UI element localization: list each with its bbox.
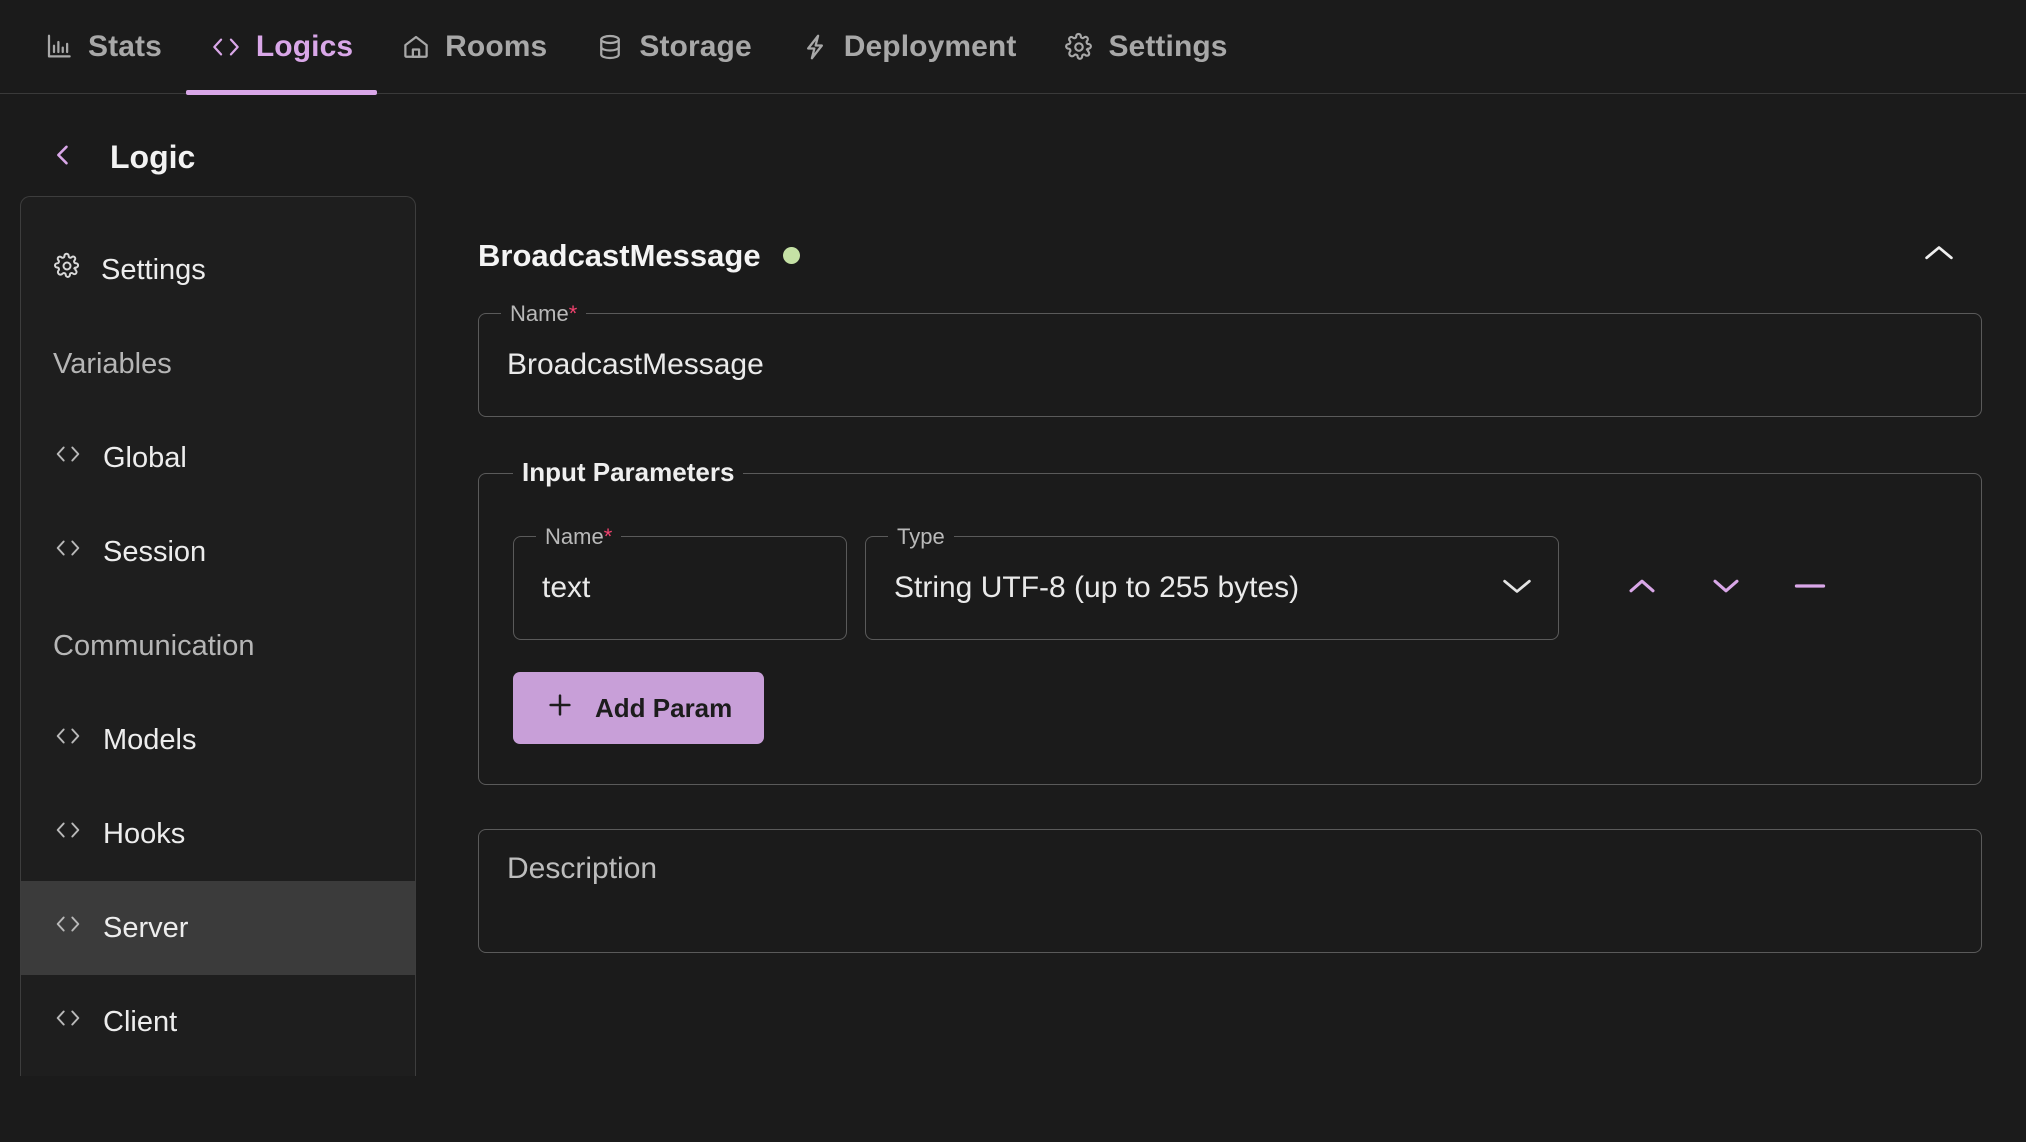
logic-detail-panel: BroadcastMessage Name* BroadcastMessage … — [416, 196, 2026, 1076]
logic-card-title-row: BroadcastMessage — [478, 238, 800, 274]
param-name-field[interactable]: Name* text — [513, 523, 847, 640]
tab-stats[interactable]: Stats — [20, 0, 186, 94]
collapse-button[interactable] — [1916, 236, 1962, 275]
param-type-label: Type — [888, 523, 954, 551]
tab-logics-label: Logics — [255, 29, 354, 63]
sidebar-item-label: Session — [103, 535, 207, 568]
back-button[interactable] — [46, 140, 80, 174]
sidebar-item-settings[interactable]: Settings — [21, 223, 415, 317]
sidebar-item-global[interactable]: Global — [21, 411, 415, 505]
tab-logics[interactable]: Logics — [185, 0, 378, 95]
bar-chart-icon — [44, 32, 74, 62]
tab-rooms-label: Rooms — [445, 29, 548, 63]
tab-storage[interactable]: Storage — [571, 0, 775, 94]
chevron-left-icon — [49, 139, 77, 176]
code-brackets-icon — [53, 817, 83, 851]
tab-settings-label: Settings — [1108, 29, 1228, 63]
sidebar-section-variables: Variables — [21, 317, 415, 411]
sidebar-section-communication: Communication — [21, 599, 415, 693]
code-brackets-icon — [53, 911, 83, 945]
code-brackets-icon — [53, 535, 83, 569]
add-param-label: Add Param — [595, 692, 733, 723]
description-field[interactable]: Description — [478, 829, 1982, 953]
move-param-up-button[interactable] — [1603, 549, 1681, 627]
move-param-down-button[interactable] — [1687, 549, 1765, 627]
add-param-button[interactable]: Add Param — [513, 672, 765, 744]
logic-name-field[interactable]: Name* BroadcastMessage — [478, 300, 1982, 417]
content-area: Settings Variables Global Session Commun… — [0, 182, 2026, 1076]
sidebar-item-server[interactable]: Server — [21, 881, 415, 975]
sidebar-item-label: Global — [103, 441, 187, 474]
sidebar-item-label: Client — [103, 1005, 178, 1038]
page-title: Logic — [110, 138, 196, 175]
input-parameters-group: Input Parameters Name* text Type String … — [478, 458, 1982, 785]
parameter-row: Name* text Type String UTF-8 (up to 255 … — [513, 523, 1947, 640]
tab-rooms[interactable]: Rooms — [377, 0, 571, 94]
code-brackets-icon — [53, 441, 83, 475]
gear-icon — [53, 252, 81, 288]
logic-card-header: BroadcastMessage — [470, 210, 1990, 301]
param-name-label: Name* — [536, 523, 622, 551]
param-type-value: String UTF-8 (up to 255 bytes) — [894, 571, 1300, 604]
chevron-up-icon — [1922, 242, 1956, 269]
sidebar-section-label: Communication — [53, 629, 255, 662]
minus-icon — [1792, 579, 1828, 598]
gear-icon — [1064, 32, 1094, 62]
param-name-input[interactable]: text — [514, 571, 590, 605]
param-type-select[interactable]: Type String UTF-8 (up to 255 bytes) — [865, 523, 1559, 640]
tab-stats-label: Stats — [88, 29, 162, 63]
tab-settings[interactable]: Settings — [1040, 0, 1251, 94]
tab-storage-label: Storage — [639, 29, 752, 63]
tab-deployment[interactable]: Deployment — [776, 0, 1041, 94]
page-header: Logic — [0, 94, 2026, 182]
status-badge — [782, 247, 800, 264]
code-brackets-icon — [53, 1005, 83, 1039]
input-parameters-legend: Input Parameters — [513, 458, 744, 486]
required-marker: * — [568, 301, 578, 326]
lightning-bolt-icon — [800, 32, 830, 62]
code-brackets-icon — [210, 32, 242, 62]
logic-sidebar: Settings Variables Global Session Commun… — [20, 196, 416, 1076]
parameter-row-actions — [1603, 549, 1849, 627]
sidebar-item-label: Settings — [101, 253, 206, 286]
sidebar-item-hooks[interactable]: Hooks — [21, 787, 415, 881]
required-marker: * — [603, 524, 613, 549]
sidebar-item-label: Models — [103, 723, 197, 756]
sidebar-item-models[interactable]: Models — [21, 693, 415, 787]
logic-name-input[interactable]: BroadcastMessage — [479, 348, 764, 382]
main-navigation-bar: Stats Logics Rooms Storage Deployment Se… — [0, 0, 2026, 95]
sidebar-item-client[interactable]: Client — [21, 975, 415, 1069]
sidebar-section-label: Variables — [53, 347, 172, 380]
plus-icon — [545, 690, 575, 727]
sidebar-item-session[interactable]: Session — [21, 505, 415, 599]
chevron-down-icon — [1500, 575, 1534, 602]
description-placeholder: Description — [507, 852, 658, 885]
tab-deployment-label: Deployment — [843, 29, 1017, 63]
logic-name-label: Name* — [501, 300, 587, 328]
remove-param-button[interactable] — [1771, 549, 1849, 627]
sidebar-item-label: Hooks — [103, 817, 186, 850]
logic-card-title: BroadcastMessage — [478, 237, 761, 273]
chevron-up-icon — [1625, 575, 1659, 602]
home-icon — [401, 32, 431, 62]
sidebar-item-label: Server — [103, 911, 189, 944]
database-icon — [595, 32, 625, 62]
code-brackets-icon — [53, 723, 83, 757]
chevron-down-icon — [1709, 575, 1743, 602]
